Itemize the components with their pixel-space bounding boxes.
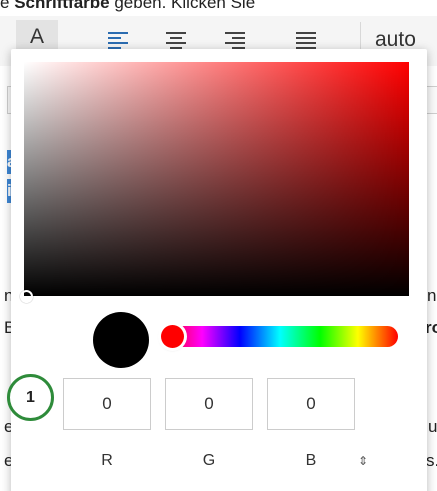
document-text-fragment: s. <box>426 451 437 470</box>
green-channel-label: G <box>202 452 216 469</box>
red-channel-input[interactable] <box>63 378 151 430</box>
align-justify-icon <box>296 32 316 49</box>
instruction-suffix: geben. Klicken Sie <box>109 0 256 12</box>
blue-channel-input[interactable] <box>267 378 355 430</box>
instruction-bold: Schriftfarbe <box>14 0 110 12</box>
saturation-value-area[interactable] <box>24 62 409 296</box>
instruction-prefix: e <box>0 0 15 12</box>
font-color-icon: A <box>29 24 44 48</box>
ruler-marker-right <box>426 86 437 114</box>
blue-channel-label: B <box>305 452 317 469</box>
hue-slider-handle[interactable] <box>161 325 184 348</box>
red-channel-label: R <box>101 452 113 469</box>
color-picker-popup: R G B ⇕ <box>11 49 427 491</box>
instruction-text: e Schriftfarbe geben. Klicken Sie <box>0 0 437 13</box>
color-preview-swatch <box>93 312 149 368</box>
step-marker: 1 <box>7 374 54 421</box>
page: e Schriftfarbe geben. Klicken Sie A auto… <box>0 0 437 491</box>
hue-slider[interactable] <box>162 326 398 347</box>
green-channel-input[interactable] <box>165 378 253 430</box>
color-mode-toggle-icon[interactable]: ⇕ <box>353 450 373 472</box>
step-number: 1 <box>26 388 35 406</box>
document-text-fragment: n <box>427 286 437 305</box>
align-center-icon <box>166 32 186 49</box>
document-text-fragment: u <box>428 417 437 436</box>
align-right-icon <box>225 32 245 49</box>
saturation-value-handle[interactable] <box>20 290 33 303</box>
align-left-icon <box>108 32 128 49</box>
